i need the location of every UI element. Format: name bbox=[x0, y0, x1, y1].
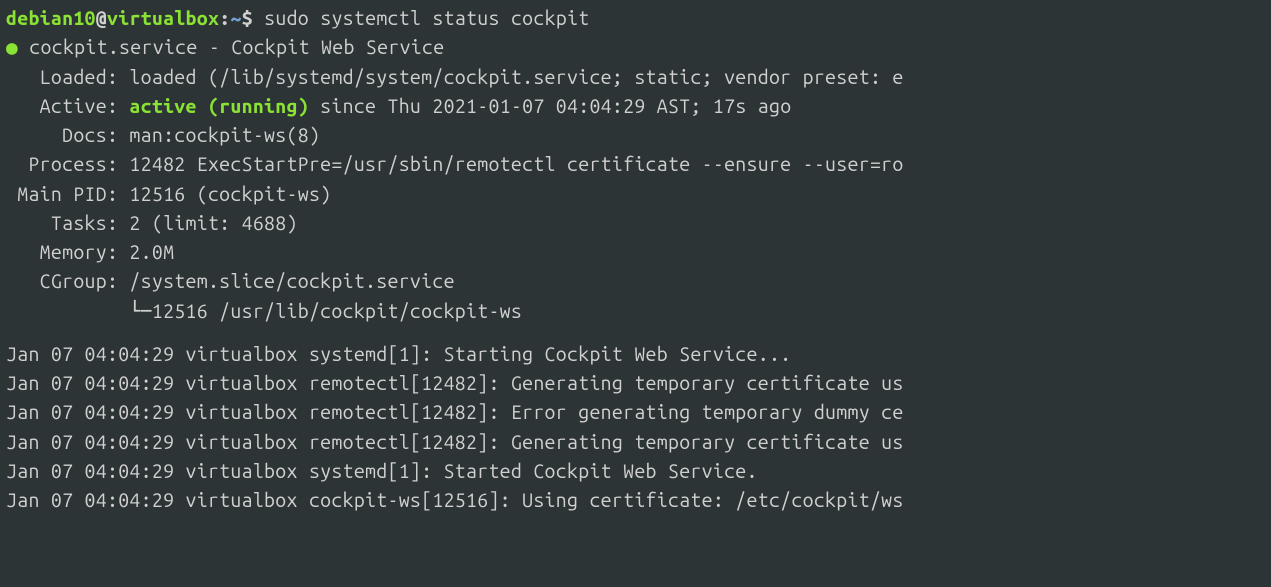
mainpid-value: 12516 (cockpit-ws) bbox=[129, 183, 331, 205]
cgroup-tree-line: └─12516 /usr/lib/cockpit/cockpit-ws bbox=[6, 297, 1265, 326]
prompt-colon: : bbox=[219, 7, 230, 29]
cgroup-value: /system.slice/cockpit.service bbox=[129, 270, 454, 292]
cgroup-label: CGroup: bbox=[6, 270, 129, 292]
blank-line bbox=[6, 326, 1265, 340]
mainpid-label: Main PID: bbox=[6, 183, 129, 205]
active-state: active (running) bbox=[129, 95, 309, 117]
process-line: Process: 12482 ExecStartPre=/usr/sbin/re… bbox=[6, 150, 1265, 179]
prompt-user: debian10 bbox=[6, 7, 96, 29]
active-rest: since Thu 2021-01-07 04:04:29 AST; 17s a… bbox=[309, 95, 791, 117]
tasks-line: Tasks: 2 (limit: 4688) bbox=[6, 209, 1265, 238]
prompt-line[interactable]: debian10@virtualbox:~$ sudo systemctl st… bbox=[6, 4, 1265, 33]
prompt-path: ~ bbox=[230, 7, 241, 29]
active-line: Active: active (running) since Thu 2021-… bbox=[6, 92, 1265, 121]
docs-line: Docs: man:cockpit-ws(8) bbox=[6, 121, 1265, 150]
tasks-value: 2 (limit: 4688) bbox=[129, 212, 297, 234]
service-name: cockpit.service bbox=[29, 36, 197, 58]
loaded-line: Loaded: loaded (/lib/systemd/system/cock… bbox=[6, 63, 1265, 92]
active-label: Active: bbox=[6, 95, 129, 117]
service-dash: - bbox=[198, 36, 232, 58]
status-bullet-icon: ● bbox=[6, 36, 18, 58]
service-description: Cockpit Web Service bbox=[231, 36, 444, 58]
loaded-value: loaded (/lib/systemd/system/cockpit.serv… bbox=[129, 66, 903, 88]
log-line: Jan 07 04:04:29 virtualbox remotectl[124… bbox=[6, 428, 1265, 457]
cgroup-tree: └─12516 /usr/lib/cockpit/cockpit-ws bbox=[6, 300, 522, 322]
loaded-label: Loaded: bbox=[6, 66, 129, 88]
tasks-label: Tasks: bbox=[6, 212, 129, 234]
memory-value: 2.0M bbox=[129, 241, 174, 263]
prompt-host: virtualbox bbox=[107, 7, 219, 29]
command-text: sudo systemctl status cockpit bbox=[264, 7, 589, 29]
log-line: Jan 07 04:04:29 virtualbox remotectl[124… bbox=[6, 398, 1265, 427]
docs-value: man:cockpit-ws(8) bbox=[129, 124, 320, 146]
mainpid-line: Main PID: 12516 (cockpit-ws) bbox=[6, 180, 1265, 209]
log-line: Jan 07 04:04:29 virtualbox remotectl[124… bbox=[6, 369, 1265, 398]
prompt-symbol: $ bbox=[242, 7, 264, 29]
prompt-at: @ bbox=[96, 7, 107, 29]
log-line: Jan 07 04:04:29 virtualbox cockpit-ws[12… bbox=[6, 486, 1265, 515]
cgroup-line: CGroup: /system.slice/cockpit.service bbox=[6, 267, 1265, 296]
log-line: Jan 07 04:04:29 virtualbox systemd[1]: S… bbox=[6, 457, 1265, 486]
service-sep bbox=[18, 36, 29, 58]
docs-label: Docs: bbox=[6, 124, 129, 146]
process-label: Process: bbox=[6, 153, 129, 175]
memory-line: Memory: 2.0M bbox=[6, 238, 1265, 267]
memory-label: Memory: bbox=[6, 241, 129, 263]
process-value: 12482 ExecStartPre=/usr/sbin/remotectl c… bbox=[129, 153, 903, 175]
service-line: ● cockpit.service - Cockpit Web Service bbox=[6, 33, 1265, 62]
log-line: Jan 07 04:04:29 virtualbox systemd[1]: S… bbox=[6, 340, 1265, 369]
